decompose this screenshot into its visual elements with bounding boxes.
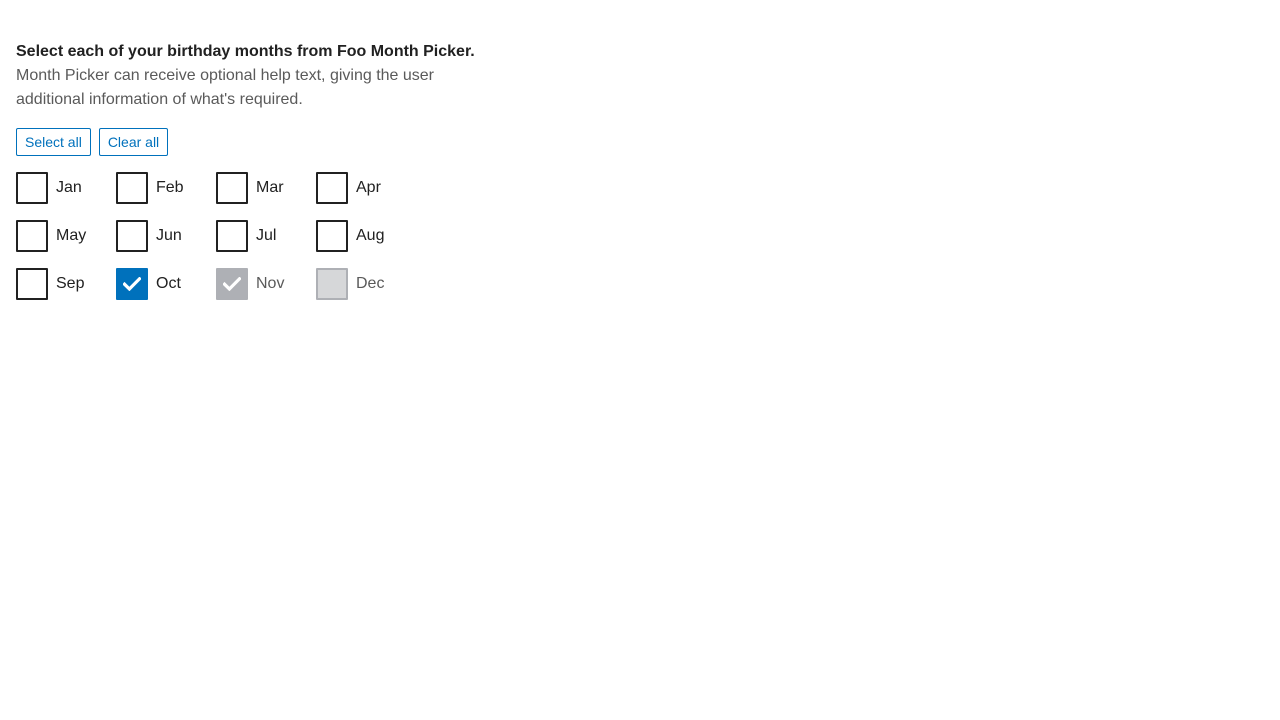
- months-grid: Jan Feb Mar Apr May Jun Jul Aug Sep Oct …: [16, 172, 486, 300]
- month-checkbox[interactable]: [16, 268, 48, 300]
- month-label: Jan: [56, 179, 82, 196]
- month-checkbox: [316, 268, 348, 300]
- month-checkbox[interactable]: [316, 220, 348, 252]
- month-label: Dec: [356, 275, 385, 292]
- month-option-9[interactable]: Oct: [116, 268, 216, 300]
- month-checkbox[interactable]: [16, 220, 48, 252]
- month-label: Oct: [156, 275, 181, 292]
- month-label: Feb: [156, 179, 184, 196]
- month-label: May: [56, 227, 87, 244]
- month-checkbox[interactable]: [116, 220, 148, 252]
- month-label: Apr: [356, 179, 381, 196]
- month-option-3[interactable]: Apr: [316, 172, 416, 204]
- month-option-11: Dec: [316, 268, 416, 300]
- month-option-2[interactable]: Mar: [216, 172, 316, 204]
- month-option-8[interactable]: Sep: [16, 268, 116, 300]
- month-picker: Select each of your birthday months from…: [16, 40, 486, 300]
- picker-actions: Select all Clear all: [16, 128, 486, 156]
- month-label: Jul: [256, 227, 277, 244]
- month-label: Mar: [256, 179, 284, 196]
- month-option-1[interactable]: Feb: [116, 172, 216, 204]
- month-option-10: Nov: [216, 268, 316, 300]
- select-all-button[interactable]: Select all: [16, 128, 91, 156]
- month-option-4[interactable]: May: [16, 220, 116, 252]
- month-checkbox: [216, 268, 248, 300]
- month-checkbox[interactable]: [116, 172, 148, 204]
- checkmark-icon: [123, 277, 141, 291]
- month-label: Sep: [56, 275, 85, 292]
- picker-legend: Select each of your birthday months from…: [16, 43, 475, 60]
- month-checkbox[interactable]: [116, 268, 148, 300]
- month-option-0[interactable]: Jan: [16, 172, 116, 204]
- month-checkbox[interactable]: [216, 220, 248, 252]
- month-option-7[interactable]: Aug: [316, 220, 416, 252]
- month-label: Aug: [356, 227, 385, 244]
- month-checkbox[interactable]: [316, 172, 348, 204]
- month-option-6[interactable]: Jul: [216, 220, 316, 252]
- month-checkbox[interactable]: [16, 172, 48, 204]
- picker-help-text: Month Picker can receive optional help t…: [16, 67, 435, 108]
- month-label: Nov: [256, 275, 285, 292]
- checkmark-icon: [223, 277, 241, 291]
- month-option-5[interactable]: Jun: [116, 220, 216, 252]
- clear-all-button[interactable]: Clear all: [98, 128, 169, 156]
- month-checkbox[interactable]: [216, 172, 248, 204]
- month-label: Jun: [156, 227, 182, 244]
